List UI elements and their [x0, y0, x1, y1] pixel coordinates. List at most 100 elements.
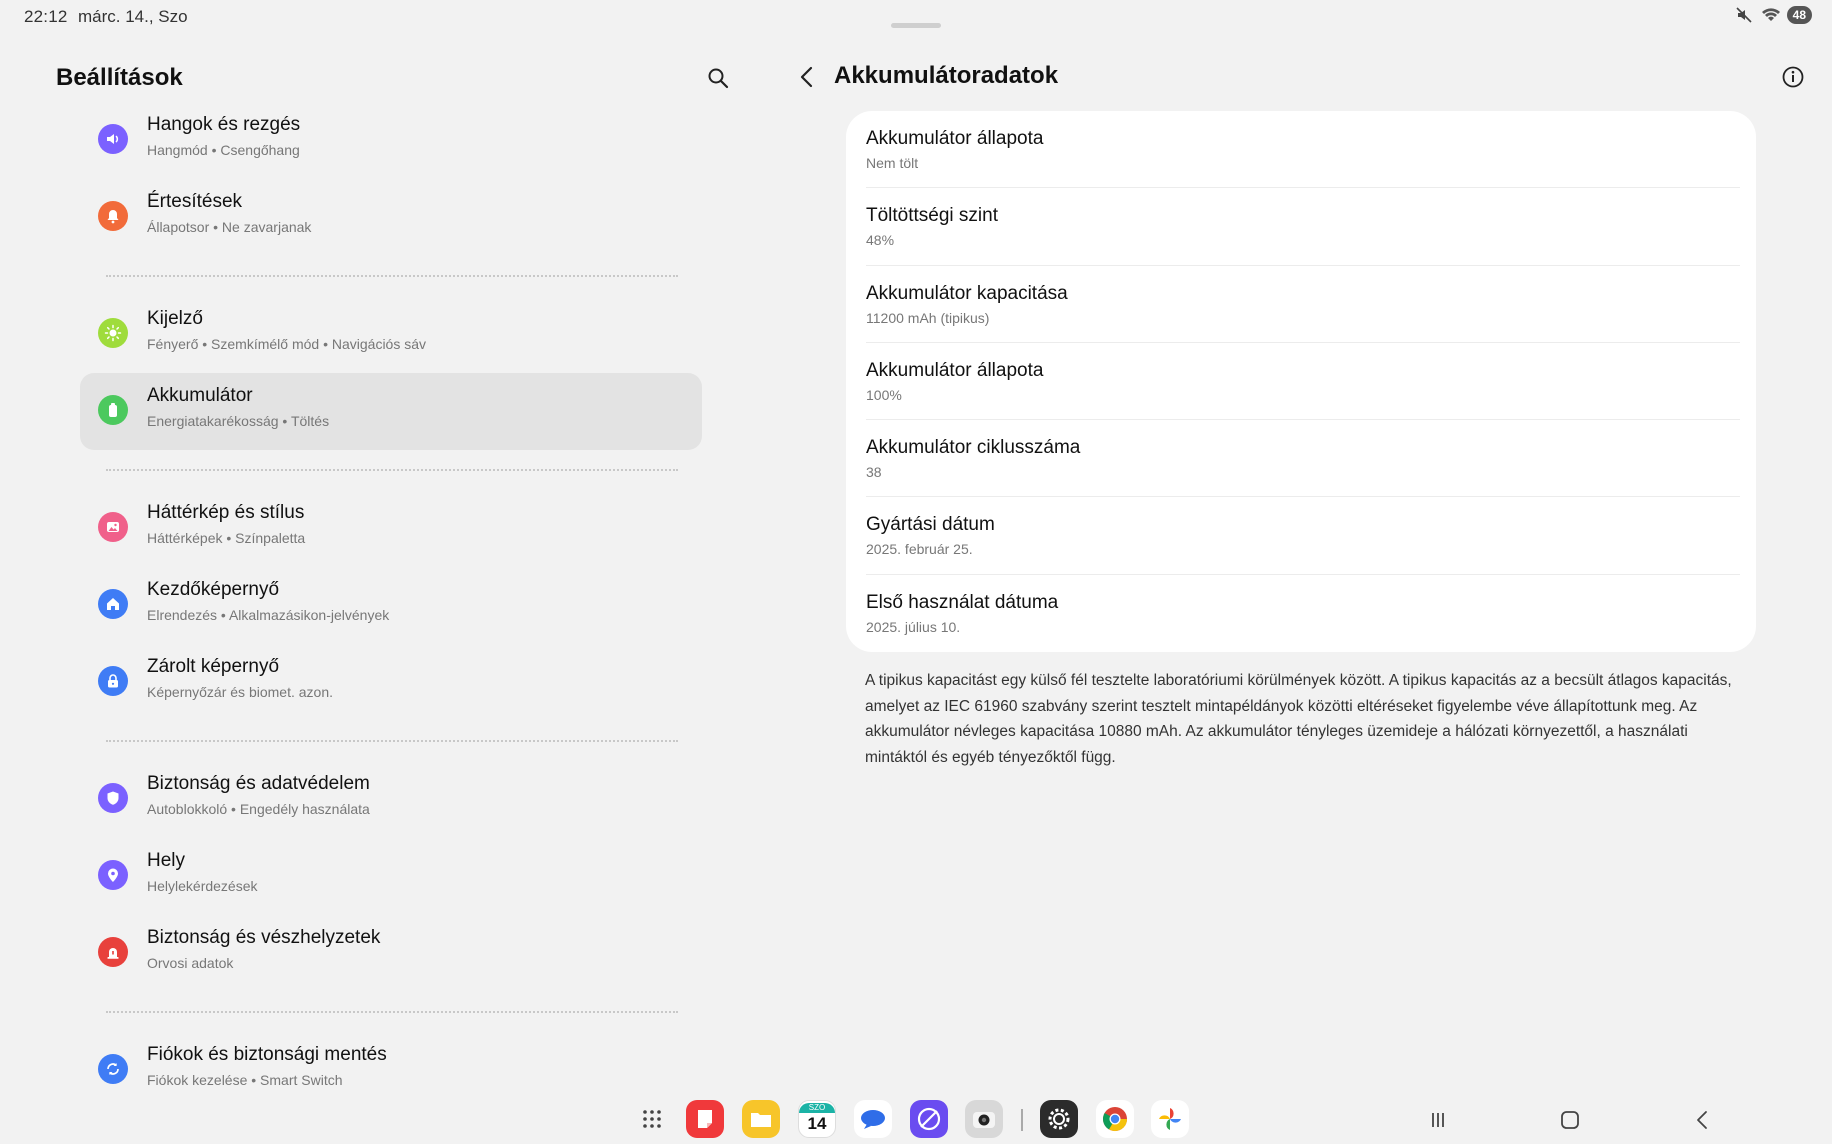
calendar-app-icon[interactable]: SZO 14 — [798, 1100, 836, 1138]
battery-icon — [98, 395, 128, 425]
row-capacity: Akkumulátor kapacitása 11200 mAh (tipiku… — [866, 266, 1740, 343]
bell-icon — [98, 201, 128, 231]
detail-title: Akkumulátoradatok — [834, 62, 1059, 89]
settings-item-title: Fiókok és biztonsági mentés — [147, 1044, 387, 1065]
row-title: Akkumulátor kapacitása — [866, 282, 1068, 304]
settings-item-wallpaper[interactable]: Háttérkép és stílus Háttérképek • Színpa… — [80, 490, 702, 567]
mute-icon — [1735, 6, 1753, 24]
row-battery-status: Akkumulátor állapota Nem tölt — [866, 111, 1740, 189]
settings-item-subtitle: Orvosi adatok — [147, 955, 234, 971]
photos-app-icon[interactable] — [1151, 1100, 1189, 1138]
row-title: Töltöttségi szint — [866, 205, 998, 227]
row-cycle-count: Akkumulátor ciklusszáma 38 — [866, 420, 1740, 498]
settings-item-sounds[interactable]: Hangok és rezgés Hangmód • Csengőhang — [80, 102, 702, 179]
files-app-icon[interactable] — [742, 1100, 780, 1138]
recents-icon[interactable] — [1423, 1106, 1453, 1134]
calendar-date: 14 — [807, 1114, 827, 1133]
notes-app-icon[interactable] — [686, 1100, 724, 1138]
settings-item-title: Értesítések — [147, 191, 243, 212]
settings-item-subtitle: Energiatakarékosság • Töltés — [147, 413, 330, 429]
settings-item-subtitle: Elrendezés • Alkalmazásikon-jelvények — [147, 607, 390, 623]
settings-item-subtitle: Állapotsor • Ne zavarjanak — [147, 219, 312, 235]
settings-item-subtitle: Autoblokkoló • Engedély használata — [147, 801, 370, 817]
row-value: 11200 mAh (tipikus) — [866, 309, 990, 326]
row-title: Akkumulátor állapota — [866, 359, 1044, 381]
location-icon — [98, 860, 128, 890]
divider — [80, 721, 702, 761]
row-title: Akkumulátor ciklusszáma — [866, 437, 1081, 459]
settings-item-battery[interactable]: Akkumulátor Energiatakarékosság • Töltés — [80, 373, 702, 450]
back-nav-icon[interactable] — [1687, 1106, 1717, 1134]
app-drawer-icon[interactable] — [633, 1100, 671, 1138]
divider — [80, 450, 702, 490]
camera-app-icon[interactable] — [965, 1100, 1003, 1138]
capacity-note: A tipikus kapacitást egy külső fél teszt… — [865, 672, 1732, 766]
battery-info-card: Akkumulátor állapota Nem tölt Töltöttség… — [846, 111, 1756, 652]
settings-item-title: Háttérkép és stílus — [147, 502, 305, 523]
home-icon — [98, 589, 128, 619]
settings-item-subtitle: Fiókok kezelése • Smart Switch — [147, 1072, 343, 1088]
row-value: 38 — [866, 464, 882, 481]
settings-pane: Beállítások Hangok és rezgés Hangmód • C… — [0, 40, 740, 1090]
shield-icon — [98, 783, 128, 813]
image-icon — [98, 512, 128, 542]
dock-divider — [1021, 1109, 1023, 1131]
lock-icon — [98, 666, 128, 696]
taskbar: SZO 14 — [0, 1098, 1832, 1142]
row-value: 48% — [866, 232, 895, 249]
settings-item-subtitle: Háttérképek • Színpaletta — [147, 530, 306, 546]
settings-item-lock-screen[interactable]: Zárolt képernyő Képernyőzár és biomet. a… — [80, 644, 702, 721]
page-title: Beállítások — [56, 64, 183, 91]
row-value: 2025. február 25. — [866, 541, 973, 558]
settings-item-title: Biztonság és vészhelyzetek — [147, 927, 381, 948]
search-icon[interactable] — [702, 62, 734, 94]
settings-item-subtitle: Helylekérdezések — [147, 878, 258, 894]
settings-item-subtitle: Fényerő • Szemkímélő mód • Navigációs sá… — [147, 336, 427, 352]
messages-app-icon[interactable] — [854, 1100, 892, 1138]
calendar-day: SZO — [799, 1103, 835, 1113]
wifi-icon — [1761, 6, 1780, 24]
settings-item-title: Zárolt képernyő — [147, 656, 280, 677]
settings-item-title: Biztonság és adatvédelem — [147, 773, 370, 794]
row-charge-level: Töltöttségi szint 48% — [866, 188, 1740, 266]
settings-item-home-screen[interactable]: Kezdőképernyő Elrendezés • Alkalmazásiko… — [80, 567, 702, 644]
settings-item-location[interactable]: Hely Helylekérdezések — [80, 838, 702, 915]
status-bar: 22:12 márc. 14., Szo 48 — [0, 0, 1832, 34]
row-value: 2025. július 10. — [866, 618, 961, 635]
battery-level: 48 — [1786, 6, 1812, 24]
status-date: márc. 14., Szo — [78, 7, 188, 26]
split-handle[interactable] — [891, 23, 941, 28]
settings-item-security-privacy[interactable]: Biztonság és adatvédelem Autoblokkoló • … — [80, 761, 702, 838]
settings-item-title: Kezdőképernyő — [147, 579, 280, 600]
settings-item-safety-emergency[interactable]: Biztonság és vészhelyzetek Orvosi adatok — [80, 915, 702, 992]
settings-item-notifications[interactable]: Értesítések Állapotsor • Ne zavarjanak — [80, 179, 702, 256]
row-value: 100% — [866, 386, 902, 403]
settings-item-title: Hely — [147, 850, 186, 871]
settings-app-icon[interactable] — [1040, 1100, 1078, 1138]
chrome-app-icon[interactable] — [1096, 1100, 1134, 1138]
alert-icon — [98, 937, 128, 967]
info-icon[interactable] — [1778, 62, 1808, 92]
settings-item-title: Kijelző — [147, 308, 203, 329]
sync-icon — [98, 1054, 128, 1084]
row-title: Első használat dátuma — [866, 591, 1059, 613]
settings-item-subtitle: Hangmód • Csengőhang — [147, 142, 300, 158]
row-value: Nem tölt — [866, 155, 919, 171]
row-title: Akkumulátor állapota — [866, 128, 1044, 149]
back-arrow-icon[interactable] — [792, 62, 822, 92]
settings-item-title: Hangok és rezgés — [147, 114, 301, 135]
home-button-icon[interactable] — [1555, 1106, 1585, 1134]
sound-icon — [98, 124, 128, 154]
divider — [80, 256, 702, 296]
settings-item-display[interactable]: Kijelző Fényerő • Szemkímélő mód • Navig… — [80, 296, 702, 373]
status-time: 22:12 — [24, 7, 68, 26]
row-manufacture-date: Gyártási dátum 2025. február 25. — [866, 497, 1740, 575]
settings-list: Hangok és rezgés Hangmód • Csengőhang Ér… — [80, 102, 702, 1109]
row-title: Gyártási dátum — [866, 514, 995, 536]
sun-icon — [98, 318, 128, 348]
browser-app-icon[interactable] — [910, 1100, 948, 1138]
row-battery-health: Akkumulátor állapota 100% — [866, 343, 1740, 421]
settings-item-subtitle: Képernyőzár és biomet. azon. — [147, 684, 333, 700]
settings-item-title: Akkumulátor — [147, 385, 253, 406]
row-first-use-date: Első használat dátuma 2025. július 10. — [866, 575, 1740, 652]
